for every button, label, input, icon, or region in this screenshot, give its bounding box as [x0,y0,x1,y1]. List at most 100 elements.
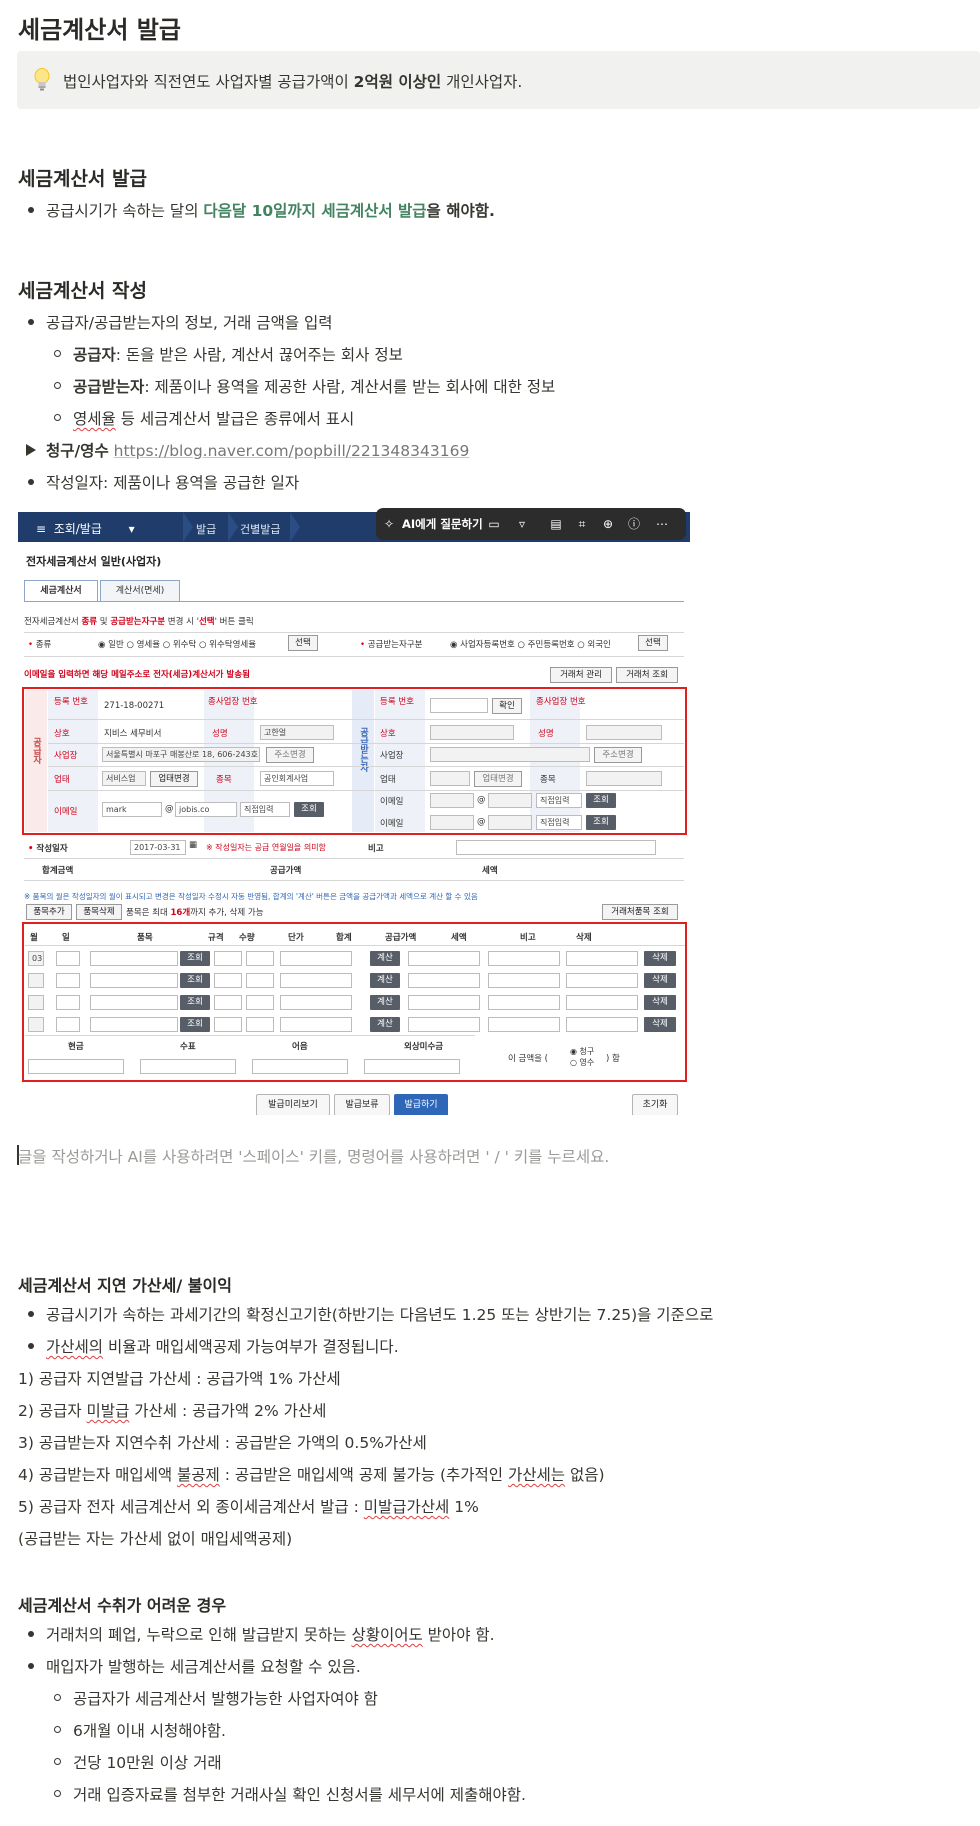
item-search-button[interactable]: 조회 [180,995,210,1010]
toggle-triangle-icon[interactable] [26,444,36,456]
comment-icon[interactable]: ▭ [486,516,502,532]
delete-row-button[interactable]: 삭제 [644,1017,676,1032]
memo-item-input[interactable] [566,951,638,966]
receipt-radio[interactable]: ○ 영수 [570,1057,594,1068]
more-icon[interactable]: ⋯ [654,516,670,532]
reset-button[interactable]: 초기화 [632,1094,678,1115]
qty-input[interactable] [246,973,274,988]
day-input[interactable] [56,1017,80,1032]
calendar-icon[interactable]: ▦ [189,840,197,850]
tab-tax-invoice[interactable]: 세금계산서 [24,580,98,602]
item-name-input[interactable] [90,995,178,1010]
supply-input[interactable] [408,973,480,988]
spec-input[interactable] [214,973,242,988]
partner-item-button[interactable]: 거래처품목 조회 [602,904,678,920]
confirm-button[interactable]: 확인 [492,698,522,714]
info-icon[interactable]: ⓘ [626,516,642,532]
issue-button[interactable]: 발급하기 [394,1094,448,1115]
recv-ceo-input[interactable] [586,725,662,740]
recv-biz-input[interactable] [430,771,470,786]
memo-item-input[interactable] [566,973,638,988]
email-search-button[interactable]: 조회 [294,802,324,817]
supply-input[interactable] [408,995,480,1010]
email-domain-input[interactable]: jobis.co [175,802,237,817]
partner-manage-button[interactable]: 거래처 관리 [550,667,612,683]
delete-row-button[interactable]: 삭제 [644,951,676,966]
payment-input[interactable] [140,1059,236,1074]
delete-item-button[interactable]: 품목삭제 [76,904,122,920]
calc-button[interactable]: 계산 [370,1017,400,1032]
text-style-icon[interactable]: ▿ [514,516,530,532]
recv-email-id-2[interactable] [430,815,474,830]
unit-price-input[interactable] [280,973,352,988]
calc-button[interactable]: 계산 [370,973,400,988]
payment-input[interactable] [28,1059,124,1074]
add-item-button[interactable]: 품목추가 [26,904,72,920]
kind-select-button[interactable]: 선택 [288,635,318,651]
crumb-single[interactable]: 건별발급 [240,521,280,537]
memo-item-input[interactable] [566,995,638,1010]
recv-email-id-1[interactable] [430,793,474,808]
biz-input[interactable]: 서비스업 [102,771,146,786]
ceo-input[interactable]: 고한얼 [260,725,334,740]
item-input[interactable]: 공인회계사업 [260,771,334,786]
recv-addr-change-button[interactable]: 주소변경 [594,747,642,763]
toggle-billing[interactable]: 청구/영수 https://blog.naver.com/popbill/221… [46,439,469,461]
qty-input[interactable] [246,995,274,1010]
payment-input[interactable] [252,1059,348,1074]
unit-price-input[interactable] [280,995,352,1010]
partner-search-button[interactable]: 거래처 조회 [616,667,678,683]
month-cell[interactable] [28,973,44,988]
day-input[interactable] [56,951,80,966]
qty-input[interactable] [246,951,274,966]
supply-input[interactable] [408,951,480,966]
zoom-icon[interactable]: ⊕ [600,516,616,532]
unit-price-input[interactable] [280,1017,352,1032]
biz-change-button[interactable]: 업태변경 [150,771,198,787]
month-cell[interactable] [28,1017,44,1032]
month-cell[interactable]: 03 [28,951,44,966]
email-domain-select[interactable]: 직접입력 [240,802,290,817]
editor-placeholder[interactable]: 글을 작성하거나 AI를 사용하려면 '스페이스' 키를, 명령어를 사용하려면… [18,1145,609,1167]
tax-input[interactable] [488,1017,560,1032]
recv-email-select-2[interactable]: 직접입력 [536,815,582,830]
kind-options[interactable]: ◉ 일반 ○ 영세율 ○ 위수탁 ○ 위수탁영세율 [98,638,256,650]
crumb-issue[interactable]: 발급 [196,521,216,537]
crop-icon[interactable]: ⌗ [574,516,590,532]
hold-button[interactable]: 발급보류 [334,1094,390,1115]
recv-item-input[interactable] [586,771,662,786]
tab-invoice-exempt[interactable]: 계산서(면세) [100,580,180,602]
date-input[interactable]: 2017-03-31 [130,840,186,855]
day-input[interactable] [56,995,80,1010]
item-name-input[interactable] [90,1017,178,1032]
preview-button[interactable]: 발급미리보기 [256,1094,330,1115]
item-name-input[interactable] [90,951,178,966]
recv-email-select-1[interactable]: 직접입력 [536,793,582,808]
recv-kind-options[interactable]: ◉ 사업자등록번호 ○ 주민등록번호 ○ 외국인 [450,638,611,650]
item-search-button[interactable]: 조회 [180,973,210,988]
recv-name-input[interactable] [430,725,514,740]
email-id-input[interactable]: mark [102,802,162,817]
payment-input[interactable] [364,1059,460,1074]
addr-input[interactable]: 서울특별시 마포구 매봉산로 18, 606-243호 [102,747,260,762]
item-search-button[interactable]: 조회 [180,1017,210,1032]
memo-item-input[interactable] [566,1017,638,1032]
layout-icon[interactable]: ▤ [548,516,564,532]
recv-biz-change-button[interactable]: 업태변경 [474,771,522,787]
ai-ask-button[interactable]: AI에게 질문하기 [402,516,483,532]
item-search-button[interactable]: 조회 [180,951,210,966]
addr-change-button[interactable]: 주소변경 [266,747,314,763]
day-input[interactable] [56,973,80,988]
claim-radio[interactable]: ◉ 청구 [570,1046,594,1057]
calc-button[interactable]: 계산 [370,995,400,1010]
qty-input[interactable] [246,1017,274,1032]
spec-input[interactable] [214,1017,242,1032]
delete-row-button[interactable]: 삭제 [644,973,676,988]
blog-link[interactable]: https://blog.naver.com/popbill/221348343… [114,442,470,460]
spec-input[interactable] [214,995,242,1010]
month-cell[interactable] [28,995,44,1010]
tax-input[interactable] [488,951,560,966]
delete-row-button[interactable]: 삭제 [644,995,676,1010]
unit-price-input[interactable] [280,951,352,966]
memo-input[interactable] [456,840,656,855]
